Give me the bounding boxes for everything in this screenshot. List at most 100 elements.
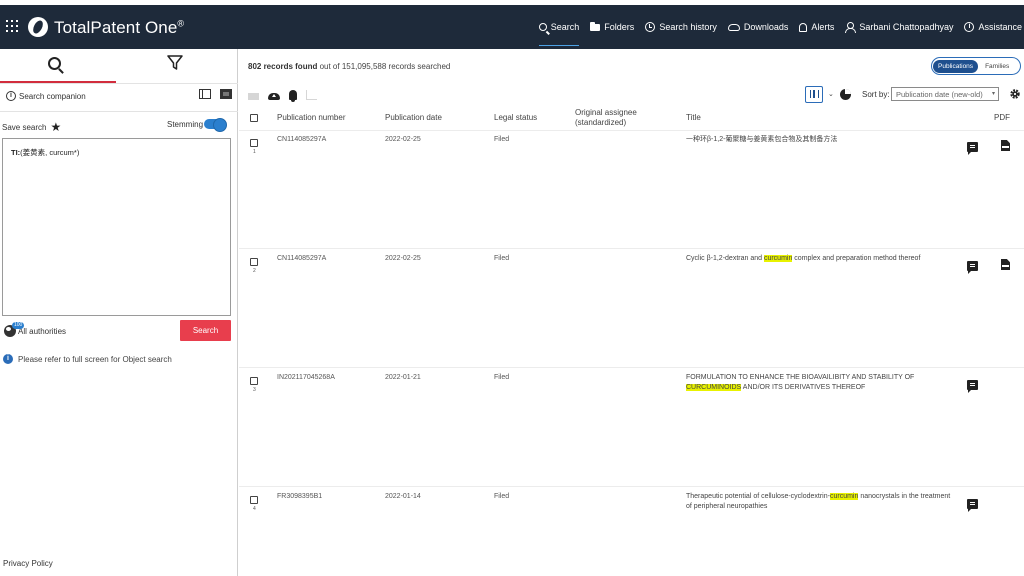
row-index: 1 [253,149,256,155]
row-checkbox[interactable] [250,496,258,504]
chevron-down-icon: ▾ [991,91,995,97]
tab-search[interactable] [0,49,116,83]
privacy-policy-link[interactable]: Privacy Policy [3,559,53,568]
logo-icon [28,17,48,37]
search-companion[interactable]: i Search companion [6,91,86,101]
results-toolbar [248,88,338,102]
publication-number[interactable]: FR3098395B1 [277,493,322,500]
nav-assistance[interactable]: i Assistance [964,5,1022,49]
publication-date: 2022-01-21 [385,374,421,381]
select-all-checkbox[interactable] [250,114,258,122]
sort-label: Sort by: [862,90,890,99]
publication-number[interactable]: CN114085297A [277,255,326,262]
app-logo[interactable]: TotalPatent One® [54,18,184,38]
comment-icon[interactable] [967,261,978,274]
publication-title[interactable]: Cyclic β-1,2-dextran and curcumin comple… [686,254,956,264]
nav-user[interactable]: Sarbani Chattopadhyay [845,5,953,49]
comment-icon[interactable] [967,142,978,155]
bell-icon [799,22,808,32]
search-icon [538,23,547,31]
nav-alerts[interactable]: Alerts [799,5,834,49]
history-icon [645,22,656,32]
row-checkbox[interactable] [250,139,258,147]
publication-title[interactable]: 一种环β-1,2-葡聚糖与姜黄素包合物及其制备方法 [686,135,956,145]
publication-date: 2022-01-14 [385,493,421,500]
nav-search-history[interactable]: Search history [645,5,717,49]
star-icon[interactable]: ★ [50,120,61,134]
stemming-label: Stemming [167,120,204,129]
row-index: 3 [253,387,256,393]
analytics-icon[interactable] [306,90,317,100]
col-original-assignee[interactable]: Original assignee (standardized) [575,108,637,128]
object-search-note: i Please refer to full screen for Object… [3,354,172,364]
legal-status: Filed [494,255,510,262]
add-to-folder-icon[interactable] [248,92,259,100]
companion-divider [0,111,238,112]
col-publication-date[interactable]: Publication date [385,113,442,122]
row-index: 2 [253,268,256,274]
globe-icon: 100 [4,322,25,337]
gear-icon[interactable] [1009,88,1021,100]
top-nav-bar: TotalPatent One® Search Folders Search h… [0,5,1024,49]
download-icon[interactable] [268,92,280,100]
alert-icon[interactable] [289,90,297,102]
records-summary: 802 records found out of 151,095,588 rec… [248,62,451,71]
legal-status: Filed [494,136,510,143]
row-checkbox[interactable] [250,258,258,266]
download-cloud-icon [727,23,740,31]
query-input[interactable]: TI:(姜黄素, curcum*) [2,138,231,316]
publications-option[interactable]: Publications [933,59,979,73]
row-index: 4 [253,506,256,512]
col-publication-number[interactable]: Publication number [277,113,345,122]
publication-title[interactable]: Therapeutic potential of cellulose-cyclo… [686,492,956,512]
search-panel: i Search companion Save search ★ Stemmin… [0,49,238,576]
search-icon [48,57,61,70]
main-nav: Search Folders Search history Downloads … [528,5,1022,49]
col-title[interactable]: Title [686,113,701,122]
nav-folders[interactable]: Folders [590,5,634,49]
row-divider [239,248,1024,249]
publication-date: 2022-02-25 [385,136,421,143]
columns-icon[interactable] [805,86,823,103]
authorities-selector[interactable]: 100 All authorities [4,322,66,337]
nav-search[interactable]: Search [538,5,579,49]
families-option[interactable]: Families [985,63,1009,70]
nav-downloads[interactable]: Downloads [727,5,788,49]
user-icon [845,22,857,33]
comment-icon[interactable] [967,499,978,512]
tab-filter[interactable] [118,49,238,83]
view-mode-toggle[interactable]: Publications Families [931,57,1021,75]
row-divider [239,367,1024,368]
stemming-toggle[interactable] [204,118,227,132]
row-checkbox[interactable] [250,377,258,385]
publication-number[interactable]: CN114085297A [277,136,326,143]
pie-chart-icon[interactable] [840,89,851,100]
header-divider [239,130,1024,131]
publication-title[interactable]: FORMULATION TO ENHANCE THE BIOAVAILIBITY… [686,373,916,393]
folder-icon [590,21,601,31]
legal-status: Filed [494,493,510,500]
info-icon: i [6,91,16,101]
search-button[interactable]: Search [180,320,231,341]
row-divider [239,486,1024,487]
full-view-icon[interactable] [220,89,232,99]
split-view-icon[interactable] [199,89,211,99]
legal-status: Filed [494,374,510,381]
publication-number[interactable]: IN202117045268A [277,374,335,381]
pdf-icon[interactable] [1001,259,1010,270]
publication-date: 2022-02-25 [385,255,421,262]
comment-icon[interactable] [967,380,978,393]
authorities-count-badge: 100 [12,322,25,329]
col-legal-status[interactable]: Legal status [494,113,537,122]
info-icon: i [3,354,13,364]
filter-icon [167,55,183,70]
sort-select[interactable]: Publication date (new-old) ▾ [891,87,999,101]
chevron-down-icon[interactable]: ⌄ [828,90,834,98]
col-pdf: PDF [994,113,1010,122]
results-panel: 802 records found out of 151,095,588 rec… [239,49,1024,576]
pdf-icon[interactable] [1001,140,1010,151]
tab-divider [0,83,238,84]
info-icon: i [964,22,975,32]
save-search[interactable]: Save search ★ [2,120,61,134]
apps-grid-icon[interactable] [6,20,18,32]
